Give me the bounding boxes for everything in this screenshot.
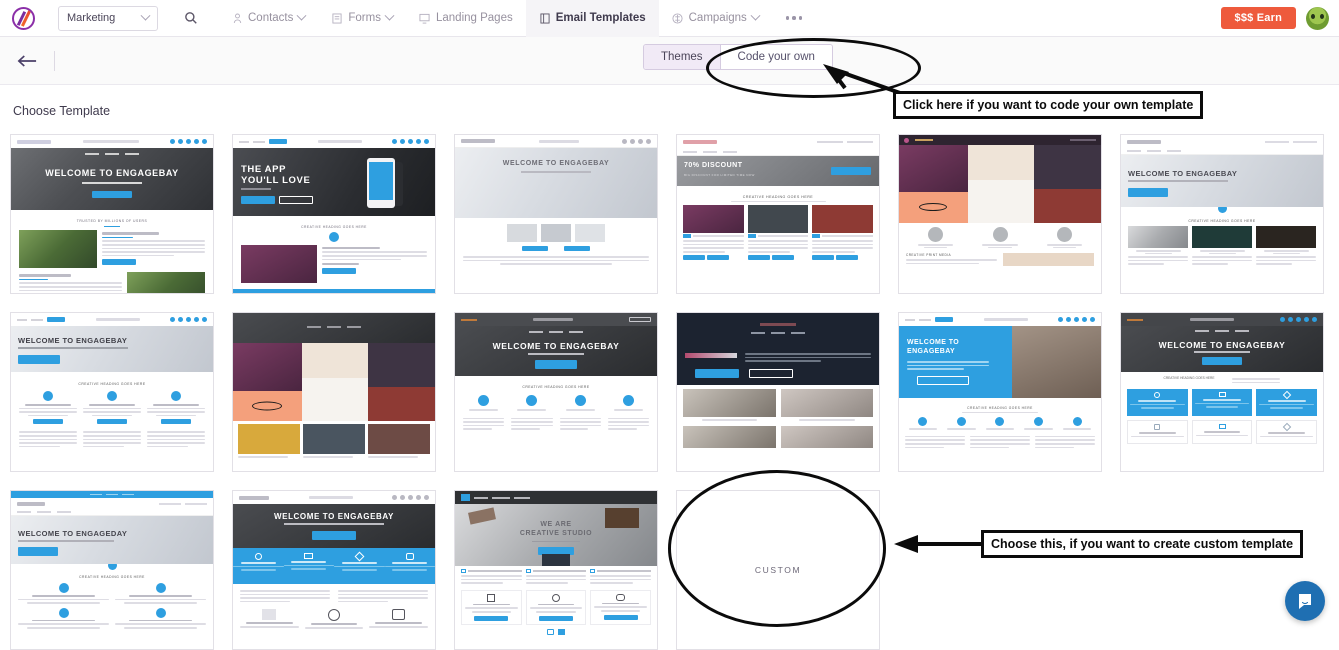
forms-icon	[331, 12, 343, 24]
tab-code-your-own[interactable]: Code your own	[720, 45, 832, 69]
template-card-welcome-to-engagebay-blue[interactable]: WELCOME TOENGAGEBAY CREATIVE HEADING GOE…	[898, 312, 1102, 472]
nav-item-landing-pages-label: Landing Pages	[436, 12, 513, 24]
nav-item-forms-label: Forms	[348, 12, 381, 24]
nav-item-landing-pages[interactable]: Landing Pages	[406, 0, 526, 37]
template-card-we-are-creative-studio[interactable]: WE ARECREATIVE STUDIO	[454, 490, 658, 650]
nav-item-campaigns[interactable]: Campaigns	[659, 0, 772, 37]
template-card-creative-print-media-collage[interactable]: CREATIVE PRINT MEDIA	[898, 134, 1102, 294]
app-logo[interactable]	[0, 7, 46, 30]
chevron-down-icon	[385, 10, 395, 20]
template-headline: WELCOME TO ENGAGEBAY	[455, 341, 657, 351]
template-card-custom[interactable]: CUSTOM	[676, 490, 880, 650]
template-headline: WELCOME TO ENGAGEBAY	[18, 336, 127, 345]
annotation-callout-code-your-own: Click here if you want to code your own …	[893, 91, 1203, 119]
nav-item-email-templates-label: Email Templates	[556, 12, 646, 24]
avatar[interactable]	[1306, 7, 1329, 30]
chevron-down-icon	[750, 10, 760, 20]
email-templates-icon	[539, 12, 551, 24]
template-card-seventy-percent-discount[interactable]: 70% DISCOUNT BIG DISCOUNT FOR LIMITED TI…	[676, 134, 880, 294]
template-headline: WELCOME TO ENGAGEDAY	[18, 529, 127, 538]
template-card-welcome-to-engagebay-features[interactable]: WELCOME TO ENGAGEBAY CREATIVE HEADING GO…	[10, 312, 214, 472]
nav-item-campaigns-label: Campaigns	[689, 12, 747, 24]
tab-themes[interactable]: Themes	[644, 45, 720, 69]
template-headline: WELCOME TO ENGAGEBAY	[1121, 340, 1323, 350]
toolbar-divider	[54, 51, 55, 71]
nav-item-forms[interactable]: Forms	[318, 0, 406, 37]
template-headline: WELCOME TO ENGAGEBAY	[11, 168, 213, 178]
back-arrow-icon[interactable]	[14, 48, 40, 74]
top-navigation-bar: Marketing Contacts Forms Landing Pages	[0, 0, 1339, 37]
template-card-engagebay-night-gallery[interactable]	[676, 312, 880, 472]
engagebay-logo-icon	[12, 7, 35, 30]
nav-item-contacts[interactable]: Contacts	[218, 0, 318, 37]
template-card-collage-portraits[interactable]	[232, 312, 436, 472]
chevron-down-icon	[297, 10, 307, 20]
contacts-icon	[231, 12, 243, 24]
template-card-welcome-to-engagebay-dark[interactable]: WELCOME TO ENGAGEBAY CREATIVE HEADING GO…	[454, 312, 658, 472]
template-headline: 70% DISCOUNT	[684, 162, 743, 169]
campaigns-icon	[672, 12, 684, 24]
nav-item-email-templates[interactable]: Email Templates	[526, 0, 659, 37]
page-title: Choose Template	[13, 104, 110, 118]
nav-item-contacts-label: Contacts	[248, 12, 293, 24]
search-icon[interactable]	[180, 11, 202, 25]
template-card-welcome-to-engagebay-tablet[interactable]: WELCOME TO ENGAGEBAY CREATIVE HEADING GO…	[1120, 134, 1324, 294]
template-headline: WELCOME TO ENGAGEBAY	[233, 512, 435, 521]
earn-button[interactable]: $$$ Earn	[1221, 7, 1296, 29]
template-card-welcome-to-engagebay-blueband[interactable]: WELCOME TO ENGAGEBAY	[232, 490, 436, 650]
template-card-welcome-to-engagebay-plants[interactable]: WELCOME TO ENGAGEBAY TRUSTED BY MILLIONS…	[10, 134, 214, 294]
main-nav: Contacts Forms Landing Pages Email Templ…	[218, 0, 816, 37]
template-grid: WELCOME TO ENGAGEBAY TRUSTED BY MILLIONS…	[10, 134, 1330, 650]
template-card-welcome-to-engagebay-light[interactable]: WELCOME TO ENGAGEBAY	[454, 134, 658, 294]
template-headline: WELCOME TO ENGAGEBAY	[1128, 169, 1237, 178]
overflow-menu-icon[interactable]	[772, 16, 817, 20]
chat-launcher[interactable]	[1285, 581, 1325, 621]
template-card-welcome-to-engageday-tablet[interactable]: WELCOME TO ENGAGEDAY CREATIVE HEADING GO…	[10, 490, 214, 650]
workspace-selector-label: Marketing	[67, 12, 115, 24]
nav-right-group: $$$ Earn	[1221, 7, 1339, 30]
template-card-welcome-to-engagebay-cards[interactable]: WELCOME TO ENGAGEBAY CREATIVE HEADING GO…	[1120, 312, 1324, 472]
workspace-selector[interactable]: Marketing	[58, 6, 158, 31]
template-mode-tabs: Themes Code your own	[643, 44, 833, 70]
chat-icon	[1295, 591, 1315, 611]
custom-template-label: CUSTOM	[755, 565, 801, 575]
chevron-down-icon	[141, 10, 151, 20]
landing-pages-icon	[419, 12, 431, 24]
template-card-the-app-youll-love[interactable]: THE APPYOU'LL LOVE CREATIVE HEADING GOES…	[232, 134, 436, 294]
